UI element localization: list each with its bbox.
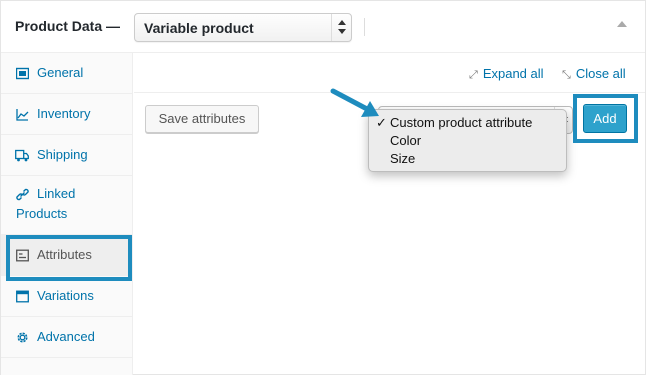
collapse-icon: ⤡ — [562, 69, 571, 81]
attribute-options-dropdown: ✓ Custom product attribute Color Size — [368, 109, 567, 172]
truck-icon — [15, 149, 29, 163]
expand-all-label: Expand all — [482, 66, 544, 81]
attributes-toolbar: ⤢ Expand all ⤡ Close all — [134, 53, 645, 93]
product-data-panel: Product Data — Variable product General … — [0, 0, 646, 375]
collapse-toggle-icon[interactable] — [617, 21, 627, 27]
tab-general-label: General — [37, 65, 84, 80]
product-data-tabs: General Inventory Shipping Linked Produc… — [1, 53, 133, 375]
option-label: Size — [390, 151, 416, 166]
header-divider — [364, 18, 365, 36]
tab-advanced-label: Advanced — [37, 329, 95, 344]
tab-advanced[interactable]: Advanced — [1, 317, 132, 358]
tab-variations[interactable]: Variations — [1, 276, 132, 317]
annotation-arrow-icon — [330, 88, 379, 117]
panel-header: Product Data — Variable product — [1, 1, 645, 53]
close-all-link[interactable]: ⤡ Close all — [562, 66, 626, 82]
general-icon — [15, 67, 29, 81]
option-color[interactable]: Color — [390, 133, 421, 148]
tab-general[interactable]: General — [1, 53, 132, 94]
tab-shipping[interactable]: Shipping — [1, 135, 132, 176]
tab-inventory[interactable]: Inventory — [1, 94, 132, 135]
inventory-icon — [15, 108, 29, 122]
option-size[interactable]: Size — [390, 151, 415, 166]
panel-title: Product Data — — [15, 18, 121, 34]
variations-icon — [15, 290, 29, 304]
product-type-value: Variable product — [144, 20, 254, 36]
tab-inventory-label: Inventory — [37, 106, 91, 121]
tab-linked-products-label: Linked Products — [16, 186, 76, 221]
attributes-tab-highlight — [6, 235, 132, 281]
tab-variations-label: Variations — [37, 288, 94, 303]
option-label: Color — [390, 133, 422, 148]
add-attribute-button[interactable]: Add — [583, 104, 627, 133]
tab-shipping-label: Shipping — [37, 147, 88, 162]
expand-all-link[interactable]: ⤢ Expand all — [469, 66, 544, 82]
tab-linked-products[interactable]: Linked Products — [1, 176, 132, 235]
close-all-label: Close all — [575, 66, 626, 81]
save-attributes-button[interactable]: Save attributes — [145, 105, 259, 133]
gear-icon — [15, 331, 29, 345]
option-label: Custom product attribute — [390, 115, 533, 130]
product-type-select[interactable]: Variable product — [134, 13, 352, 42]
option-custom-product-attribute[interactable]: ✓ Custom product attribute — [376, 115, 533, 130]
expand-icon: ⤢ — [469, 69, 478, 81]
select-arrows-icon — [331, 14, 351, 41]
